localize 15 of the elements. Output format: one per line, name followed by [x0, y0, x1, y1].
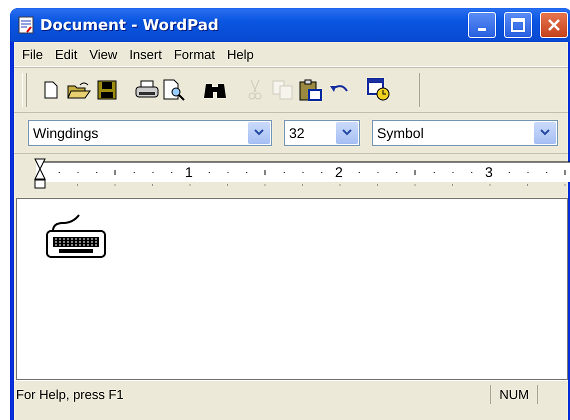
script-dropdown[interactable]: Symbol: [372, 120, 558, 146]
menu-item[interactable]: View: [83, 44, 124, 64]
font-dropdown[interactable]: Wingdings: [28, 120, 272, 146]
menu-item[interactable]: Insert: [123, 44, 168, 64]
num-lock-indicator: NUM: [490, 384, 538, 404]
menu-item[interactable]: Edit: [48, 44, 84, 64]
ruler-number: 3: [485, 164, 493, 180]
ruler-number: 1: [185, 164, 193, 180]
window-title: Document - WordPad: [40, 16, 220, 34]
menu-item[interactable]: Help: [221, 44, 260, 64]
size-dropdown[interactable]: 32: [284, 120, 360, 146]
status-text: For Help, press F1: [15, 386, 125, 402]
menu-item[interactable]: File: [16, 44, 49, 64]
ruler-number: 2: [335, 164, 343, 180]
menu-item[interactable]: Format: [168, 44, 221, 64]
